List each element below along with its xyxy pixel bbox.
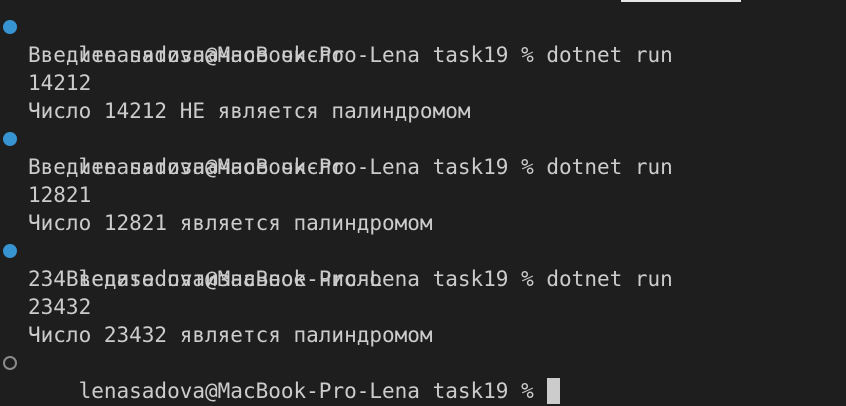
output-text: Введите пятизначное число <box>28 43 345 67</box>
command-idle-icon <box>3 356 17 370</box>
output-text: Число 23432 является палиндромом <box>28 323 433 347</box>
output-line: 23432 <box>0 293 846 321</box>
output-line: Число 14212 НЕ является палиндромом <box>0 97 846 125</box>
terminal-panel[interactable]: lenasadova@MacBook-Pro-Lena task19 % dot… <box>0 0 846 406</box>
output-text: Число 14212 НЕ является палиндромом <box>28 99 471 123</box>
output-text: 12821 <box>28 183 92 207</box>
text-cursor <box>546 378 560 404</box>
output-line: Число 12821 является палиндромом <box>0 209 846 237</box>
output-line: 12821 <box>0 181 846 209</box>
output-text: Число 12821 является палиндромом <box>28 211 433 235</box>
current-prompt-line[interactable]: lenasadova@MacBook-Pro-Lena task19 % <box>0 349 846 404</box>
output-line: Введите пятизначное число <box>0 153 846 181</box>
output-line: 234Введите пятизначное число <box>0 265 846 293</box>
panel-edge-line <box>621 0 741 2</box>
prompt-text: lenasadova@MacBook-Pro-Lena task19 % <box>78 379 534 403</box>
output-text: 14212 <box>28 71 92 95</box>
output-text: 234Введите пятизначное число <box>28 267 383 291</box>
command-success-icon[interactable] <box>3 20 17 34</box>
output-line: Введите пятизначное число <box>0 41 846 69</box>
output-text: Введите пятизначное число <box>28 155 345 179</box>
command-line: lenasadova@MacBook-Pro-Lena task19 % dot… <box>0 237 846 291</box>
output-line: Число 23432 является палиндромом <box>0 321 846 349</box>
command-success-icon[interactable] <box>3 132 17 146</box>
output-text: 23432 <box>28 295 92 319</box>
command-line: lenasadova@MacBook-Pro-Lena task19 % dot… <box>0 13 846 67</box>
command-line: lenasadova@MacBook-Pro-Lena task19 % dot… <box>0 125 846 179</box>
output-line: 14212 <box>0 69 846 97</box>
command-success-icon[interactable] <box>3 244 17 258</box>
